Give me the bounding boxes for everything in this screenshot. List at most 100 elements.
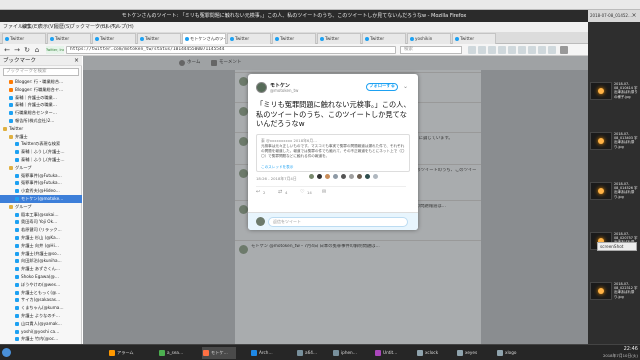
bookmark-item[interactable]: 弁護士 あずさくん…: [0, 265, 82, 273]
image-thumbnail[interactable]: [590, 132, 612, 150]
avatar[interactable]: [324, 173, 331, 180]
bookmark-item[interactable]: 泰輔｜ふうし(弁護士…: [0, 148, 82, 156]
tab[interactable]: Twitter: [452, 33, 496, 44]
avatar[interactable]: [239, 77, 248, 86]
taskbar-item[interactable]: アラーム: [108, 347, 144, 359]
close-icon[interactable]: ×: [630, 12, 638, 20]
toolbar-addon-icon[interactable]: [478, 46, 486, 54]
image-thumbnail[interactable]: [590, 82, 612, 100]
menu-hamburger-icon[interactable]: [560, 46, 568, 54]
image-thumbnail[interactable]: [590, 282, 612, 300]
tab[interactable]: yoshikin: [407, 33, 451, 44]
tab[interactable]: Twitter: [137, 33, 181, 44]
tab[interactable]: Twitter: [2, 33, 46, 44]
reply-icon[interactable]: ↩: [256, 189, 260, 195]
forward-button[interactable]: →: [13, 46, 21, 54]
toolbar-addon-icon[interactable]: [488, 46, 496, 54]
bookmark-item[interactable]: 冤罪事件(@Futuka…: [0, 172, 82, 180]
toolbar-addon-icon[interactable]: [538, 46, 546, 54]
nav-moments[interactable]: モーメント: [219, 59, 241, 65]
list-item[interactable]: モトケン @motoken_tw・7月4日 日本の冤罪事件の解明問題は…: [235, 240, 481, 270]
bookmark-item[interactable]: 山口貴人(@yamak…: [0, 320, 82, 328]
direct-message-icon[interactable]: ✉: [322, 189, 326, 195]
taskbar-item[interactable]: xlogo: [496, 347, 520, 359]
tab[interactable]: モトケンさんのツイート: [182, 33, 226, 44]
menu-history[interactable]: 履歴(S): [54, 22, 71, 32]
bookmark-item[interactable]: 泰輔｜弁護士の職業…: [0, 94, 82, 102]
home-button[interactable]: ⌂: [33, 46, 41, 54]
taskbar-item[interactable]: モトケ…: [202, 347, 236, 359]
reply-input[interactable]: 返信をツイート: [268, 217, 408, 227]
search-bar[interactable]: 検索: [400, 46, 462, 54]
avatar[interactable]: [239, 137, 248, 146]
avatar[interactable]: [364, 173, 371, 180]
toolbar-addon-icon[interactable]: [468, 46, 476, 54]
bookmark-item[interactable]: 若原健司 (リラック…: [0, 226, 82, 234]
bookmark-item[interactable]: 弁護士 竹内(@oc…: [0, 335, 82, 343]
tab[interactable]: Twitter: [227, 33, 271, 44]
taskbar-item[interactable]: a_sea…: [158, 347, 188, 359]
image-thumbnail[interactable]: [590, 182, 612, 200]
clock[interactable]: 22:46: [598, 346, 640, 353]
bookmark-item[interactable]: 泰輔｜弁護士の職業…: [0, 101, 82, 109]
bookmark-item[interactable]: 奥田寿司 Yoji Ok…: [0, 218, 82, 226]
taskbar-item[interactable]: xclock: [416, 347, 442, 359]
menu-edit[interactable]: 編集(E): [22, 22, 39, 32]
url-bar[interactable]: https://twitter.com/motoken_tw/status/10…: [66, 46, 396, 54]
avatar[interactable]: [239, 169, 248, 178]
bookmark-folder[interactable]: グループ: [0, 164, 82, 172]
avatar[interactable]: [239, 107, 248, 116]
follow-button[interactable]: フォローする: [366, 83, 398, 91]
avatar[interactable]: [239, 205, 248, 214]
toolbar-addon-icon[interactable]: [528, 46, 536, 54]
bookmark-item[interactable]: サイカ(@sakasas…: [0, 296, 82, 304]
bookmark-item[interactable]: 弁護士ともっく(@…: [0, 289, 82, 297]
retweet-icon[interactable]: ⇄: [278, 189, 282, 195]
bookmark-item[interactable]: 冤罪事件(@Futuka…: [0, 179, 82, 187]
bookmark-item[interactable]: 行職業総合センター…: [0, 109, 82, 117]
bookmark-folder[interactable]: 弁護士: [0, 133, 82, 141]
taskbar-item[interactable]: iphen…: [332, 347, 360, 359]
site-identity[interactable]: Twitter, Inc. (US): [46, 46, 64, 54]
bookmark-item[interactable]: Shoko Egawa(@…: [0, 273, 82, 281]
nav-home[interactable]: ホーム: [187, 59, 200, 65]
menu-help[interactable]: ヘルプ(H): [111, 22, 134, 32]
file-label[interactable]: 2018-07-08_013403 宇出津あばれ祭り.jpg: [614, 132, 640, 156]
taskbar-item[interactable]: a64…: [296, 347, 318, 359]
bookmark-item[interactable]: 弁護士 よりなのチ…: [0, 312, 82, 320]
bookmark-item[interactable]: 弁護士 向井 (@Hi…: [0, 242, 82, 250]
sidebar-close-icon[interactable]: ×: [74, 57, 79, 64]
bookmark-item[interactable]: くまちゃん(@kuma…: [0, 304, 82, 312]
bookmark-item[interactable]: 報告所(株式会社)2…: [0, 117, 82, 125]
taskbar-item[interactable]: Untit…: [374, 347, 402, 359]
file-label[interactable]: 2018-07-08_022312 宇出津あばれ祭り.jpg: [614, 282, 640, 306]
avatar[interactable]: [256, 82, 267, 93]
avatar[interactable]: [308, 173, 315, 180]
bookmark-item[interactable]: Blogger: 行職業総合ヤ…: [0, 86, 82, 94]
toolbar-addon-icon[interactable]: [508, 46, 516, 54]
avatar[interactable]: [332, 173, 339, 180]
tab[interactable]: Twitter: [362, 33, 406, 44]
bookmark-item[interactable]: 弁護士 杉山 (@Ka…: [0, 234, 82, 242]
avatar[interactable]: [372, 173, 379, 180]
bookmark-item[interactable]: モトケン(@motoke…: [0, 195, 82, 203]
avatar[interactable]: [348, 173, 355, 180]
bookmark-item[interactable]: ぼうやけの(@wes…: [0, 281, 82, 289]
toolbar-addon-icon[interactable]: [498, 46, 506, 54]
tab[interactable]: Twitter: [47, 33, 91, 44]
tweet-timestamp[interactable]: 18:26 - 2018年7月4日: [256, 176, 297, 182]
bookmark-item[interactable]: 向田邦治(@kuniha…: [0, 257, 82, 265]
app-menu-icon[interactable]: [2, 348, 11, 357]
bookmark-item[interactable]: Blogger: 行・職業総合…: [0, 78, 82, 86]
tab[interactable]: Twitter: [92, 33, 136, 44]
taskbar-item[interactable]: xeyes: [456, 347, 482, 359]
back-button[interactable]: ←: [3, 46, 11, 54]
bookmark-item[interactable]: 弁護士(弁護士@so…: [0, 250, 82, 258]
avatar[interactable]: [356, 173, 363, 180]
chevron-down-icon[interactable]: ⌄: [403, 83, 408, 90]
tab[interactable]: Twitter: [272, 33, 316, 44]
toolbar-addon-icon[interactable]: [518, 46, 526, 54]
quoted-tweet[interactable]: 泰 @xxxxxxxxxx 2018年6月… 元検事は元々正しいものです。マスコ…: [256, 134, 410, 172]
bookmark-item[interactable]: 小倉秀夫(@Hideo…: [0, 187, 82, 195]
avatar[interactable]: [340, 173, 347, 180]
